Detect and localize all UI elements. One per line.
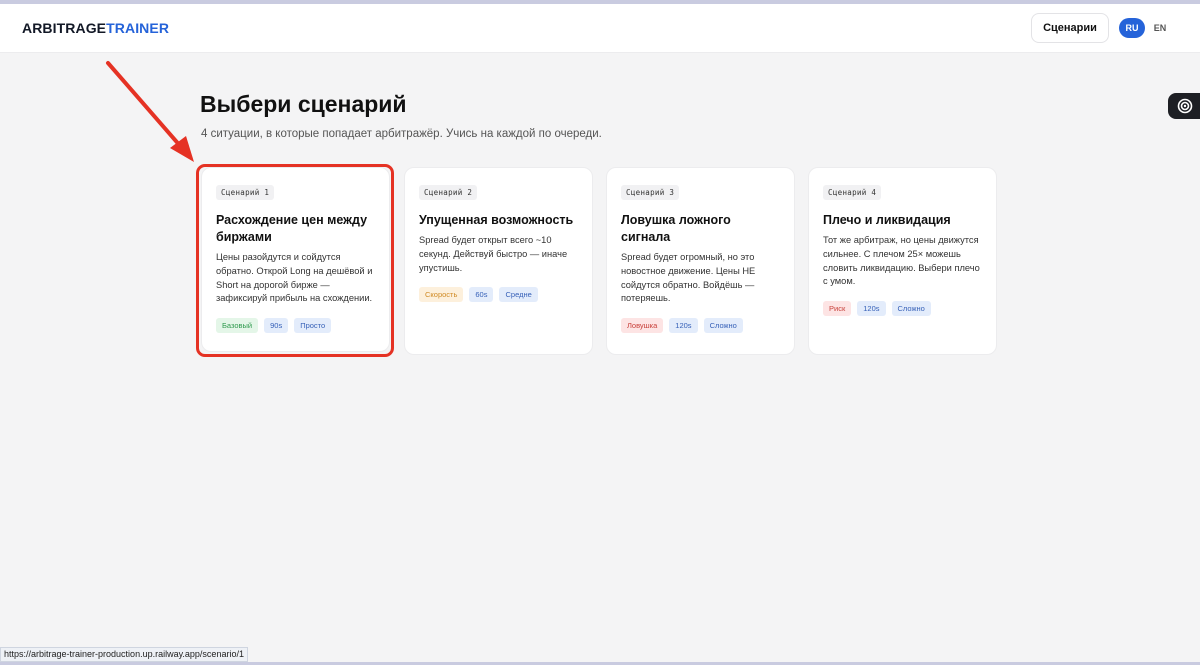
duration-badge: 120s <box>669 318 698 334</box>
category-badge: Риск <box>823 301 852 317</box>
logo-part-trainer: TRAINER <box>106 20 170 36</box>
scenario-tag: Сценарий 3 <box>621 185 680 200</box>
scenario-title: Упущенная возможность <box>419 213 574 227</box>
difficulty-badge: Средне <box>499 287 538 303</box>
lang-ru-button[interactable]: RU <box>1119 18 1145 38</box>
highlight-box <box>196 164 394 357</box>
scenario-description: Spread будет открыт всего ~10 секунд. Де… <box>419 235 568 273</box>
scenarios-nav-button[interactable]: Сценарии <box>1031 13 1109 43</box>
app-logo[interactable]: ARBITRAGETRAINER <box>22 20 169 36</box>
badge-row: Риск 120s Сложно <box>823 301 982 317</box>
scenario-card-3[interactable]: Сценарий 3 Ловушка ложного сигнала Sprea… <box>606 167 795 355</box>
category-badge: Скорость <box>419 287 464 303</box>
logo-part-arbitrage: ARBITRAGE <box>22 20 107 36</box>
lang-en-button[interactable]: EN <box>1147 18 1173 38</box>
duration-badge: 60s <box>469 287 494 303</box>
badge-row: Скорость 60s Средне <box>419 287 578 303</box>
scenario-title: Плечо и ликвидация <box>823 213 951 227</box>
scenario-title: Ловушка ложного сигнала <box>621 213 731 244</box>
scenario-tag: Сценарий 2 <box>419 185 478 200</box>
scenario-description: Тот же арбитраж, но цены движутся сильне… <box>823 235 980 287</box>
page-title: Выбери сценарий <box>200 91 407 117</box>
duration-badge: 120s <box>857 301 886 317</box>
category-badge: Ловушка <box>621 318 664 334</box>
badge-row: Ловушка 120s Сложно <box>621 318 780 334</box>
target-icon[interactable] <box>1168 93 1200 119</box>
scenario-card-2[interactable]: Сценарий 2 Упущенная возможность Spread … <box>404 167 593 355</box>
difficulty-badge: Сложно <box>891 301 931 317</box>
app-header: ARBITRAGETRAINER Сценарии RU EN <box>0 4 1200 53</box>
scenario-card-4[interactable]: Сценарий 4 Плечо и ликвидация Тот же арб… <box>808 167 997 355</box>
scenario-description: Spread будет огромный, но это новостное … <box>621 252 756 304</box>
scenario-tag: Сценарий 4 <box>823 185 882 200</box>
difficulty-badge: Сложно <box>703 318 743 334</box>
status-bar-url: https://arbitrage-trainer-production.up.… <box>0 647 248 662</box>
page-subtitle: 4 ситуации, в которые попадает арбитражё… <box>201 128 602 140</box>
red-arrow-icon <box>106 61 194 162</box>
